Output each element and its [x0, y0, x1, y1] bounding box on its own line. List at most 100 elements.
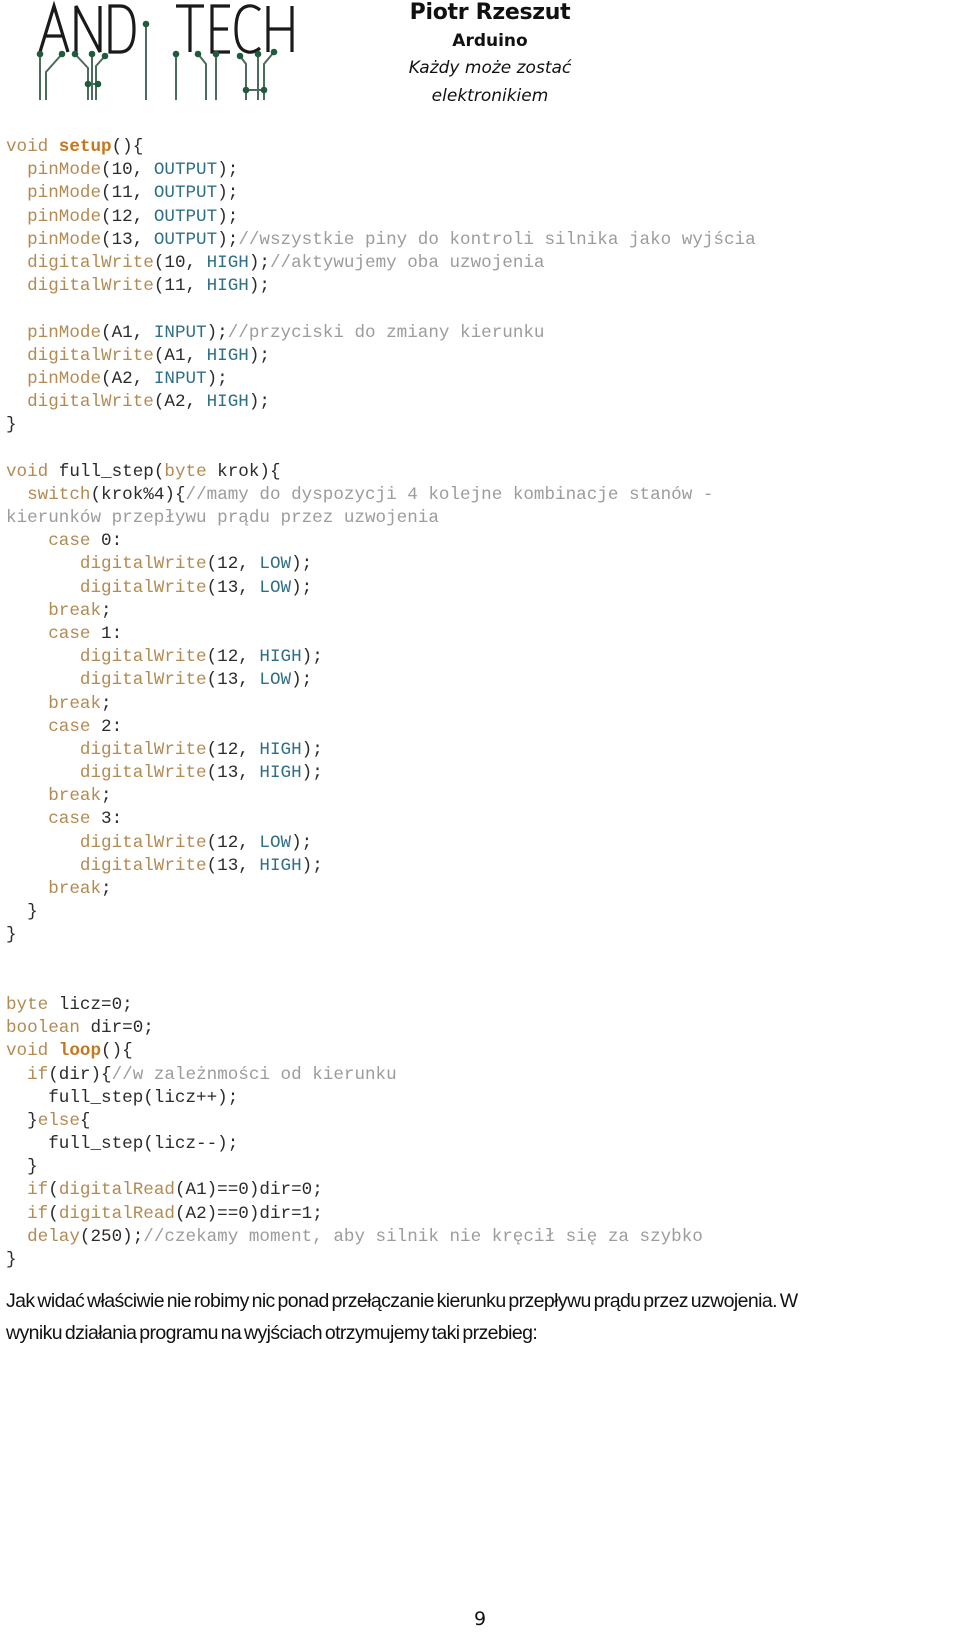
code-line: digitalWrite(13, HIGH); — [6, 762, 956, 785]
code-comment: //wszystkie piny do kontroli silnika jak… — [238, 229, 756, 250]
code-text: ; — [101, 786, 112, 807]
code-line: digitalWrite(A1, HIGH); — [6, 345, 956, 368]
code-keyword: pinMode — [27, 160, 102, 181]
code-line: }else{ — [6, 1110, 956, 1133]
code-text: (dir){ — [48, 1064, 112, 1085]
code-constant: LOW — [259, 670, 292, 691]
code-keyword: digitalWrite — [27, 392, 154, 413]
code-line: case 0: — [6, 530, 956, 553]
code-text: } — [6, 1250, 17, 1270]
code-text: 0: — [90, 531, 123, 552]
code-line: } — [6, 1156, 956, 1179]
motto-line-1: Każdy może zostać — [408, 58, 572, 78]
code-text: (){ — [101, 1041, 133, 1062]
code-keyword: byte — [6, 994, 49, 1015]
code-text: (A2, — [153, 392, 207, 413]
code-line: void full_step(byte krok){ — [6, 461, 956, 484]
code-text: (12, — [206, 554, 260, 575]
code-text: ; — [101, 600, 112, 621]
code-line: break; — [6, 878, 956, 901]
body-paragraph: Jak widać właściwie nie robimy nic ponad… — [6, 1285, 956, 1349]
code-constant: HIGH — [259, 739, 302, 760]
code-text: ); — [217, 206, 239, 227]
code-keyword: pinMode — [27, 368, 102, 389]
code-text: (13, — [206, 670, 260, 691]
author-name: Piotr Rzeszut — [409, 0, 571, 25]
code-text: full_step(licz++); — [6, 1087, 239, 1108]
code-line: digitalWrite(13, LOW); — [6, 669, 956, 692]
code-comment: //w zależnmości od kierunku — [111, 1064, 397, 1085]
motto-line-2: elektronikiem — [431, 86, 549, 106]
code-keyword: digitalWrite — [27, 252, 154, 273]
code-keyword: delay — [27, 1226, 80, 1247]
code-keyword: case — [48, 531, 91, 552]
code-text: 3: — [90, 809, 123, 830]
code-text: } — [6, 1157, 38, 1178]
code-text: ( — [48, 1203, 59, 1224]
page-header: Piotr Rzeszut Arduino Każdy może zostać … — [0, 0, 960, 110]
code-listing: void setup(){ pinMode(10, OUTPUT); pinMo… — [6, 136, 956, 1272]
code-function-name: loop — [58, 1041, 102, 1062]
code-text: krok){ — [206, 461, 281, 482]
code-text: (12, — [206, 647, 260, 668]
code-line: case 1: — [6, 623, 956, 646]
code-constant: HIGH — [259, 763, 302, 784]
code-text: ; — [101, 879, 112, 899]
code-text: (13, — [206, 577, 260, 598]
code-comment: //aktywujemy oba uzwojenia — [269, 252, 545, 273]
code-line: break; — [6, 600, 956, 623]
code-line: pinMode(12, OUTPUT); — [6, 206, 956, 229]
code-text: (12, — [206, 832, 260, 853]
code-keyword: if — [27, 1064, 49, 1085]
code-constant: HIGH — [206, 392, 249, 413]
code-keyword: digitalWrite — [79, 739, 207, 760]
code-constant: OUTPUT — [153, 229, 218, 250]
code-line: digitalWrite(12, LOW); — [6, 832, 956, 855]
code-text: (A2, — [101, 368, 154, 389]
code-text: ); — [301, 739, 323, 760]
code-text: ); — [291, 832, 313, 853]
code-constant: LOW — [259, 577, 292, 598]
code-keyword: switch — [27, 484, 91, 505]
code-text: 2: — [90, 716, 123, 737]
code-text: (A2)==0)dir=1; — [174, 1203, 323, 1224]
code-text: ; — [101, 693, 112, 714]
code-text: ); — [291, 670, 313, 691]
code-constant: HIGH — [206, 276, 249, 297]
code-line: if(dir){//w zależnmości od kierunku — [6, 1064, 956, 1087]
code-text: ); — [206, 322, 228, 343]
code-line: void setup(){ — [6, 136, 956, 159]
code-text: } — [6, 925, 17, 946]
code-comment: //czekamy moment, aby silnik nie kręcił … — [143, 1226, 703, 1247]
code-text: ); — [301, 855, 323, 876]
code-line: kierunków przepływu prądu przez uzwojeni… — [6, 507, 956, 530]
subject-title: Arduino — [452, 31, 528, 51]
code-line: break; — [6, 693, 956, 716]
code-keyword: break — [48, 879, 102, 899]
code-keyword: byte — [164, 461, 207, 482]
code-text: (11, — [153, 276, 207, 297]
code-keyword: pinMode — [27, 322, 102, 343]
paragraph-line-2: wyniku działania programu na wyjściach o… — [6, 1322, 538, 1344]
code-text: (12, — [101, 206, 154, 227]
code-keyword: if — [27, 1203, 49, 1224]
code-keyword: digitalWrite — [79, 554, 207, 575]
code-text: (A1)==0)dir=0; — [174, 1180, 323, 1201]
